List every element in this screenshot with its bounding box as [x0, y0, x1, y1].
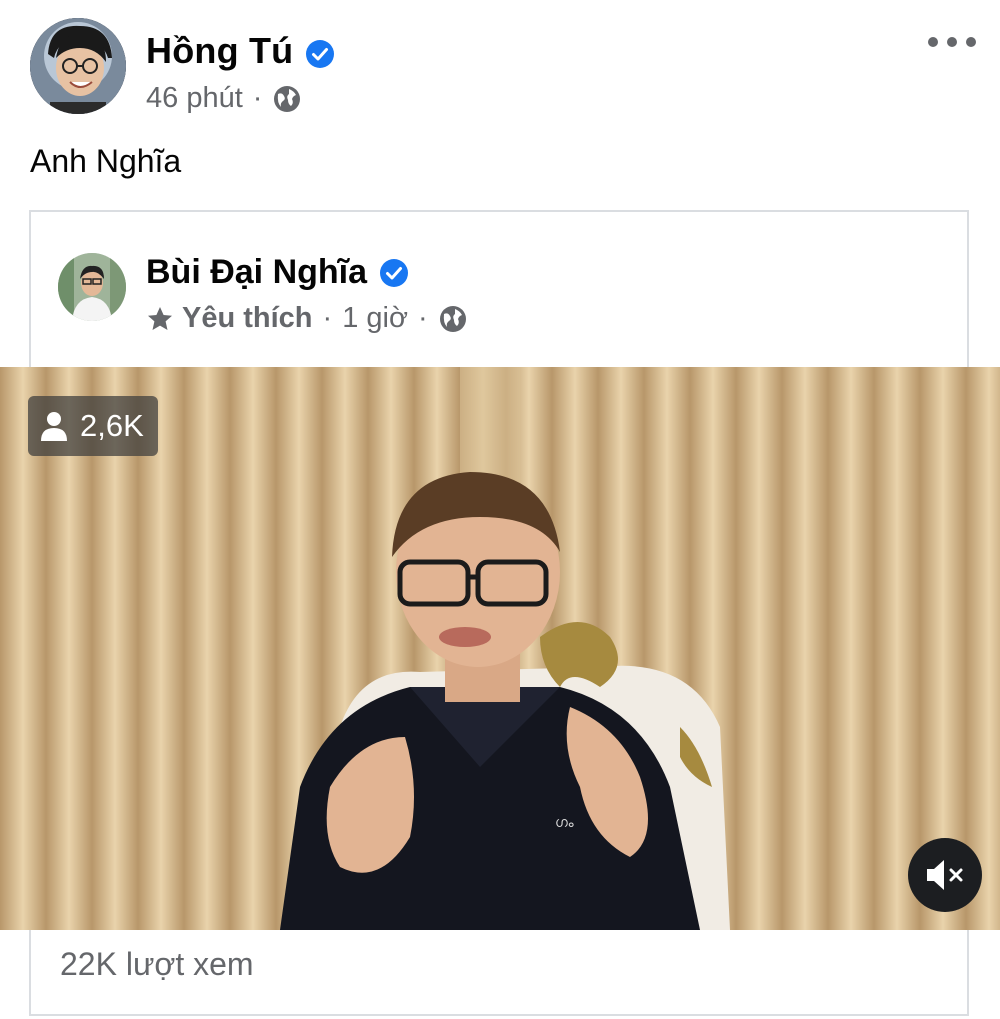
- more-dots-icon: [928, 37, 938, 47]
- viewer-count: 2,6K: [80, 408, 144, 443]
- meta-separator: ·: [322, 302, 333, 334]
- facebook-post: Hồng Tú 46 phút · Anh Nghĩa Bùi Đại Nghĩ…: [0, 0, 1000, 1019]
- shared-author-row[interactable]: Bùi Đại Nghĩa: [146, 253, 409, 292]
- favorite-label: Yêu thích: [182, 302, 313, 334]
- person-icon: [41, 412, 67, 441]
- meta-separator: ·: [417, 302, 428, 334]
- svg-text:ഗം: ഗം: [555, 815, 574, 831]
- mute-toggle-button[interactable]: [908, 838, 982, 912]
- post-text: Anh Nghĩa: [30, 143, 182, 179]
- shared-author-avatar[interactable]: [58, 253, 126, 321]
- verified-badge-icon: [305, 36, 335, 68]
- shared-meta: Yêu thích · 1 giờ ·: [146, 302, 468, 335]
- speaker-muted-icon: [927, 860, 963, 890]
- more-dots-icon: [966, 37, 976, 47]
- author-name[interactable]: Hồng Tú: [146, 30, 293, 72]
- post-meta: 46 phút ·: [146, 82, 302, 115]
- view-count: 22K lượt xem: [60, 946, 254, 982]
- live-viewers-badge: 2,6K: [28, 396, 158, 456]
- author-name-row[interactable]: Hồng Tú: [146, 30, 335, 72]
- shared-time[interactable]: 1 giờ: [342, 302, 408, 335]
- more-dots-icon: [947, 37, 957, 47]
- shared-author-name[interactable]: Bùi Đại Nghĩa: [146, 253, 367, 292]
- post-time[interactable]: 46 phút: [146, 82, 243, 115]
- meta-separator: ·: [252, 82, 263, 114]
- author-avatar[interactable]: [30, 18, 126, 114]
- more-options-button[interactable]: [928, 28, 976, 56]
- globe-icon[interactable]: [438, 304, 468, 334]
- globe-icon[interactable]: [272, 84, 302, 114]
- verified-badge-icon: [379, 258, 409, 288]
- star-icon: [146, 305, 174, 333]
